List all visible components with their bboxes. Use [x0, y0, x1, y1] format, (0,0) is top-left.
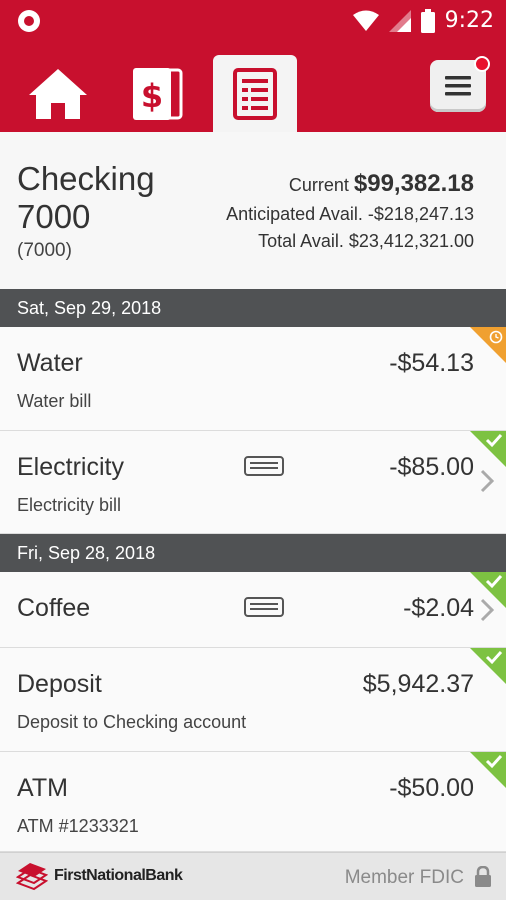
- anticipated-balance: Anticipated Avail. -$218,247.13: [226, 204, 474, 225]
- transaction-title: ATM: [17, 774, 68, 802]
- status-bar: 9:22: [0, 0, 506, 42]
- top-nav: $: [0, 42, 506, 132]
- pending-icon: [470, 327, 506, 363]
- account-summary: Checking 7000 (7000) Current $99,382.18 …: [0, 132, 506, 289]
- footer: FirstNationalBank Member FDIC: [0, 852, 506, 900]
- cleared-check-icon: [470, 752, 506, 788]
- transaction-amount: -$2.04: [403, 594, 474, 622]
- cleared-check-icon: [470, 572, 506, 608]
- clock: 9:22: [444, 8, 494, 33]
- current-balance-value: $99,382.18: [353, 170, 474, 197]
- anticipated-balance-value: -$218,247.13: [367, 204, 474, 224]
- memo-icon: [244, 597, 284, 617]
- date-header: Fri, Sep 28, 2018: [0, 534, 506, 572]
- memo-icon: [244, 456, 284, 476]
- current-balance: Current $99,382.18: [289, 170, 474, 198]
- menu-icon: [445, 76, 471, 96]
- transaction-amount: $5,942.37: [362, 670, 474, 698]
- lock-icon: [475, 866, 491, 887]
- status-icons: 9:22: [352, 8, 494, 33]
- transaction-amount: -$85.00: [389, 453, 474, 481]
- menu-button[interactable]: [430, 56, 490, 112]
- transaction-amount: -$50.00: [389, 774, 474, 802]
- transaction-row[interactable]: Deposit $5,942.37 Deposit to Checking ac…: [0, 648, 506, 752]
- bank-name: FirstNationalBank: [54, 867, 183, 884]
- transaction-row[interactable]: ATM -$50.00 ATM #1233321: [0, 752, 506, 852]
- tab-transfers[interactable]: $: [115, 55, 199, 132]
- bank-logo-icon: [16, 863, 48, 891]
- account-name: Checking 7000: [17, 160, 155, 235]
- bank-logo: FirstNationalBank: [16, 861, 183, 891]
- current-balance-label: Current: [288, 175, 349, 195]
- total-balance: Total Avail. $23,412,321.00: [258, 231, 474, 252]
- account-number: (7000): [17, 240, 72, 261]
- tab-home[interactable]: [16, 55, 100, 132]
- register-icon: [233, 67, 277, 120]
- home-icon: [29, 68, 87, 119]
- battery-icon: [420, 8, 435, 33]
- total-balance-label: Total Avail.: [258, 231, 344, 251]
- transaction-description: Water bill: [17, 391, 92, 411]
- transaction-row[interactable]: Water -$54.13 Water bill: [0, 327, 506, 431]
- transaction-title: Electricity: [17, 453, 124, 481]
- svg-text:$: $: [141, 77, 163, 115]
- anticipated-balance-label: Anticipated Avail.: [226, 204, 363, 224]
- transaction-title: Water: [17, 349, 83, 377]
- transaction-title: Deposit: [17, 670, 102, 698]
- wifi-icon: [352, 10, 379, 31]
- transaction-row[interactable]: Coffee -$2.04: [0, 572, 506, 648]
- tab-accounts[interactable]: [213, 55, 297, 132]
- transaction-row[interactable]: Electricity -$85.00 Electricity bill: [0, 431, 506, 534]
- transaction-description: ATM #1233321: [17, 816, 139, 836]
- cleared-check-icon: [470, 431, 506, 467]
- notification-icon: [18, 10, 40, 32]
- chevron-right-icon[interactable]: [480, 469, 494, 493]
- transaction-description: Electricity bill: [17, 495, 122, 515]
- dollar-card-icon: $: [133, 67, 183, 120]
- cleared-check-icon: [470, 648, 506, 684]
- transaction-title: Coffee: [17, 594, 91, 622]
- date-header: Sat, Sep 29, 2018: [0, 289, 506, 327]
- transaction-description: Deposit to Checking account: [17, 712, 247, 732]
- member-fdic: Member FDIC: [344, 867, 464, 888]
- transaction-amount: -$54.13: [389, 349, 474, 377]
- notification-badge: [474, 56, 490, 72]
- total-balance-value: $23,412,321.00: [348, 231, 474, 251]
- signal-icon: [388, 9, 411, 32]
